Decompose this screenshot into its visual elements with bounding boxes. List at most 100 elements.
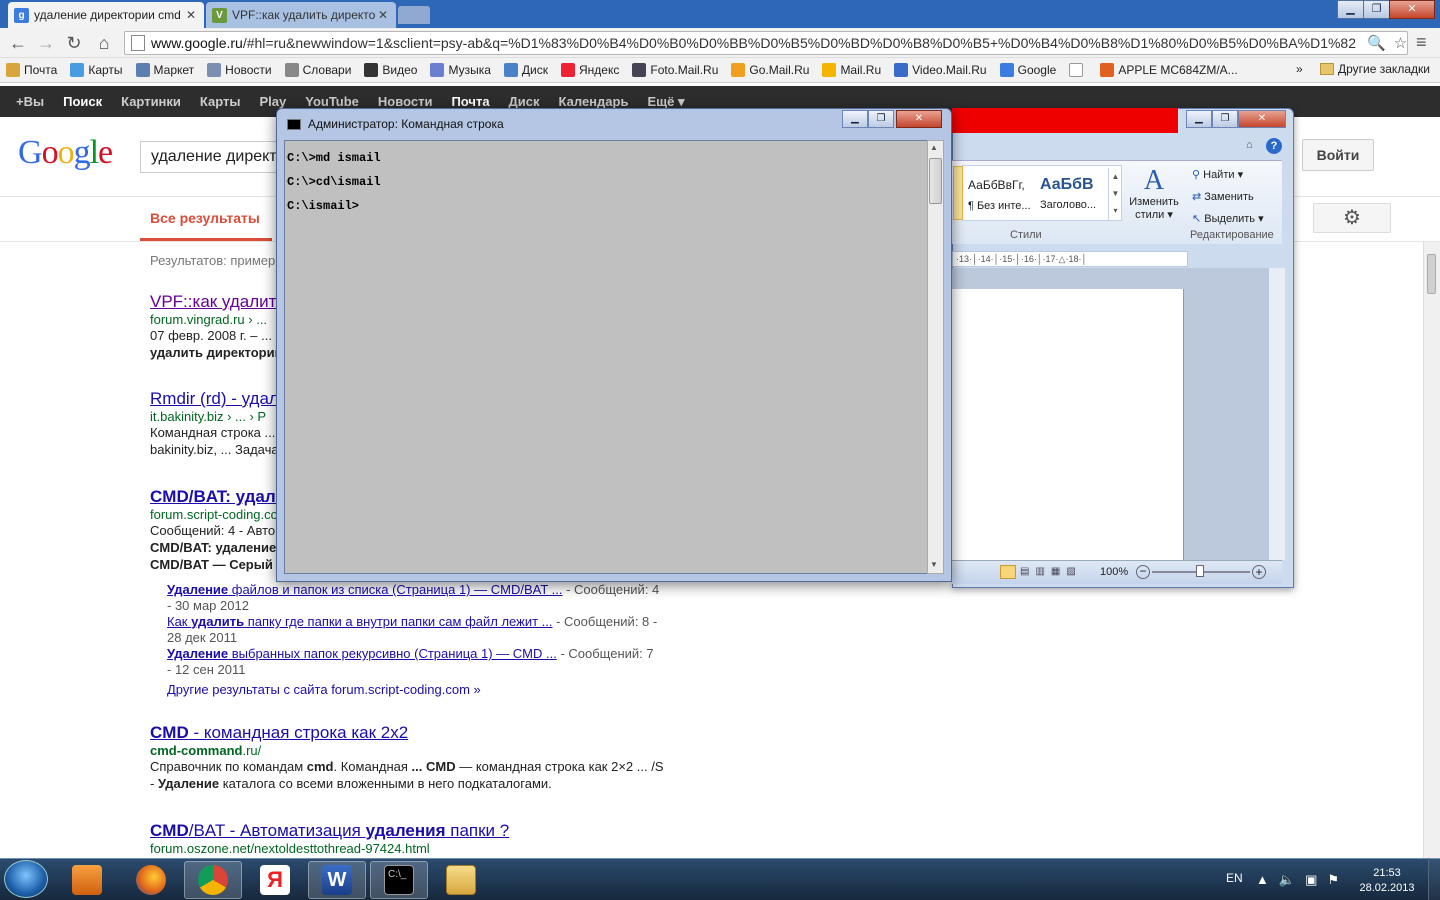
close-window-button[interactable]: ✕ — [1389, 0, 1435, 19]
gbar-mail[interactable]: Почта — [451, 94, 489, 109]
forward-arrow-icon[interactable]: → — [34, 31, 58, 55]
bookmark-item[interactable]: Видео — [364, 63, 417, 77]
gbar-news[interactable]: Новости — [378, 94, 433, 109]
bookmark-item[interactable]: Go.Mail.Ru — [731, 63, 809, 77]
close-tab-icon[interactable]: ✕ — [376, 8, 390, 22]
sitelink-title[interactable]: Удаление выбранных папок рекурсивно (Стр… — [167, 646, 557, 661]
zoom-out-icon[interactable]: − — [1136, 565, 1150, 579]
home-icon[interactable]: ⌂ — [92, 31, 116, 55]
gear-icon[interactable]: ⚙ — [1313, 203, 1391, 233]
language-indicator[interactable]: EN — [1226, 871, 1243, 885]
clock[interactable]: 21:53 28.02.2013 — [1354, 866, 1420, 896]
other-bookmarks[interactable]: Другие закладки — [1320, 62, 1430, 76]
style-heading[interactable]: АаБбВ Заголово... — [1040, 166, 1096, 211]
taskbar-chrome[interactable] — [184, 861, 242, 899]
cmd-scrollbar-thumb[interactable] — [929, 158, 942, 204]
scroll-up-icon[interactable]: ▲ — [930, 143, 938, 152]
network-icon[interactable]: ▣ — [1305, 872, 1317, 888]
bookmark-item[interactable]: Яндекс — [561, 63, 619, 77]
wrench-menu-icon[interactable]: ≡ — [1416, 32, 1427, 53]
address-bar[interactable]: www.google.ru/#hl=ru&newwindow=1&sclient… — [124, 31, 1408, 55]
word-scrollbar[interactable] — [1268, 268, 1285, 560]
taskbar-word[interactable]: W — [308, 861, 366, 899]
bookmark-item[interactable]: Музыка — [430, 63, 491, 77]
bookmark-item[interactable]: Mail.Ru — [822, 63, 881, 77]
new-tab-button[interactable] — [398, 6, 430, 24]
browser-tab[interactable]: V VPF::как удалить директо ✕ — [206, 2, 396, 28]
view-buttons-icon[interactable]: ▤▥▦▧ — [1020, 566, 1082, 577]
gbar-calendar[interactable]: Календарь — [559, 94, 629, 109]
taskbar-explorer[interactable] — [432, 861, 490, 899]
cmd-close-button[interactable]: ✕ — [896, 110, 942, 128]
show-desktop-button[interactable] — [1428, 858, 1440, 900]
word-minimize-button[interactable]: ▁ — [1186, 110, 1212, 128]
collapse-ribbon-icon[interactable]: ⌂ — [1246, 139, 1253, 151]
scroll-down-icon[interactable]: ▼ — [930, 560, 938, 569]
close-tab-icon[interactable]: ✕ — [184, 8, 198, 22]
select-button[interactable]: ↖ Выделить ▾ — [1192, 208, 1282, 230]
bookmark-item[interactable]: Почта — [6, 63, 57, 77]
tab-all-results[interactable]: Все результаты — [150, 210, 260, 226]
scrollbar-thumb[interactable] — [1427, 254, 1436, 294]
bookmark-item[interactable]: Video.Mail.Ru — [894, 63, 987, 77]
bookmark-item[interactable]: Словари — [284, 63, 351, 77]
browser-tab-active[interactable]: g удаление директории cmd ✕ — [8, 2, 204, 28]
word-maximize-button[interactable]: ❐ — [1212, 110, 1238, 128]
zoom-in-icon[interactable]: + — [1252, 565, 1266, 579]
bookmarks-overflow-button[interactable]: » — [1296, 62, 1303, 76]
gbar-disk[interactable]: Диск — [509, 94, 540, 109]
cmd-maximize-button[interactable]: ❐ — [868, 110, 894, 128]
action-center-flag-icon[interactable]: ⚑ — [1327, 872, 1339, 888]
search-icon[interactable]: 🔍 — [1367, 34, 1386, 52]
maximize-button[interactable]: ❐ — [1363, 0, 1390, 19]
google-logo[interactable]: Google — [18, 134, 113, 172]
reload-icon[interactable]: ↻ — [62, 31, 86, 55]
sitelink-title[interactable]: Как удалить папку где папки а внутри пап… — [167, 614, 552, 629]
minimize-button[interactable]: ▁ — [1337, 0, 1364, 19]
taskbar-firefox[interactable] — [122, 861, 180, 899]
star-icon[interactable]: ☆ — [1394, 34, 1407, 52]
horizontal-ruler[interactable]: ·13·│·14·│·15·│·16·│·17·△·18·│ — [952, 251, 1188, 267]
bookmark-item[interactable]: APPLE MC684ZM/A... — [1100, 63, 1238, 77]
gbar-search[interactable]: Поиск — [63, 94, 102, 109]
styles-scroll[interactable]: ▲ ▼ ▾ — [1108, 168, 1122, 220]
bookmark-item[interactable]: Новости — [207, 63, 272, 77]
bookmark-item[interactable]: Карты — [70, 63, 123, 77]
print-layout-icon[interactable] — [1000, 565, 1016, 579]
result-title[interactable]: CMD/BAT - Автоматизация удаления папки ? — [150, 821, 509, 841]
bookmark-item[interactable]: Foto.Mail.Ru — [632, 63, 718, 77]
change-styles-button[interactable]: A Изменить стили ▾ — [1124, 166, 1184, 222]
signin-button[interactable]: Войти — [1302, 139, 1374, 171]
find-button[interactable]: ⚲ Найти ▾ — [1192, 164, 1282, 186]
cmd-console[interactable]: C:\>md ismail C:\>cd\ismail C:\ismail> — [284, 140, 928, 574]
help-icon[interactable]: ? — [1266, 138, 1282, 154]
back-arrow-icon[interactable]: ← — [6, 31, 30, 55]
word-close-button[interactable]: ✕ — [1238, 110, 1286, 128]
gbar-images[interactable]: Картинки — [121, 94, 181, 109]
start-button[interactable] — [4, 860, 48, 898]
replace-button[interactable]: ⇄ Заменить — [1192, 186, 1282, 208]
taskbar-media-player[interactable] — [58, 861, 116, 899]
bookmark-item[interactable]: Google — [999, 63, 1056, 77]
taskbar-cmd[interactable]: C:\_ — [370, 861, 428, 899]
cmd-scrollbar[interactable] — [927, 140, 944, 574]
sitelink-title[interactable]: Удаление файлов и папок из списка (Стран… — [167, 582, 562, 597]
more-results-link[interactable]: Другие результаты с сайта forum.script-c… — [167, 682, 481, 697]
document-page[interactable] — [952, 289, 1184, 560]
gbar-maps[interactable]: Карты — [200, 94, 241, 109]
volume-icon[interactable]: 🔈 — [1279, 872, 1295, 888]
gbar-play[interactable]: Play — [259, 94, 286, 109]
taskbar-yandex[interactable]: Я — [246, 861, 304, 899]
show-hidden-icons-icon[interactable]: ▲ — [1256, 872, 1269, 888]
gbar-plus[interactable]: +Вы — [16, 94, 44, 109]
style-no-spacing[interactable]: АаБбВвГг, ¶ Без инте... — [968, 166, 1031, 212]
gbar-youtube[interactable]: YouTube — [305, 94, 359, 109]
result-title[interactable]: CMD - командная строка как 2x2 — [150, 723, 664, 743]
page-scrollbar[interactable] — [1423, 242, 1440, 858]
bookmark-item[interactable]: Диск — [503, 63, 548, 77]
bookmark-item[interactable]: Маркет — [135, 63, 194, 77]
cmd-minimize-button[interactable]: ▁ — [842, 110, 868, 128]
zoom-level[interactable]: 100% — [1100, 566, 1128, 578]
zoom-slider-thumb[interactable] — [1196, 565, 1204, 577]
bookmark-item[interactable] — [1069, 63, 1087, 77]
